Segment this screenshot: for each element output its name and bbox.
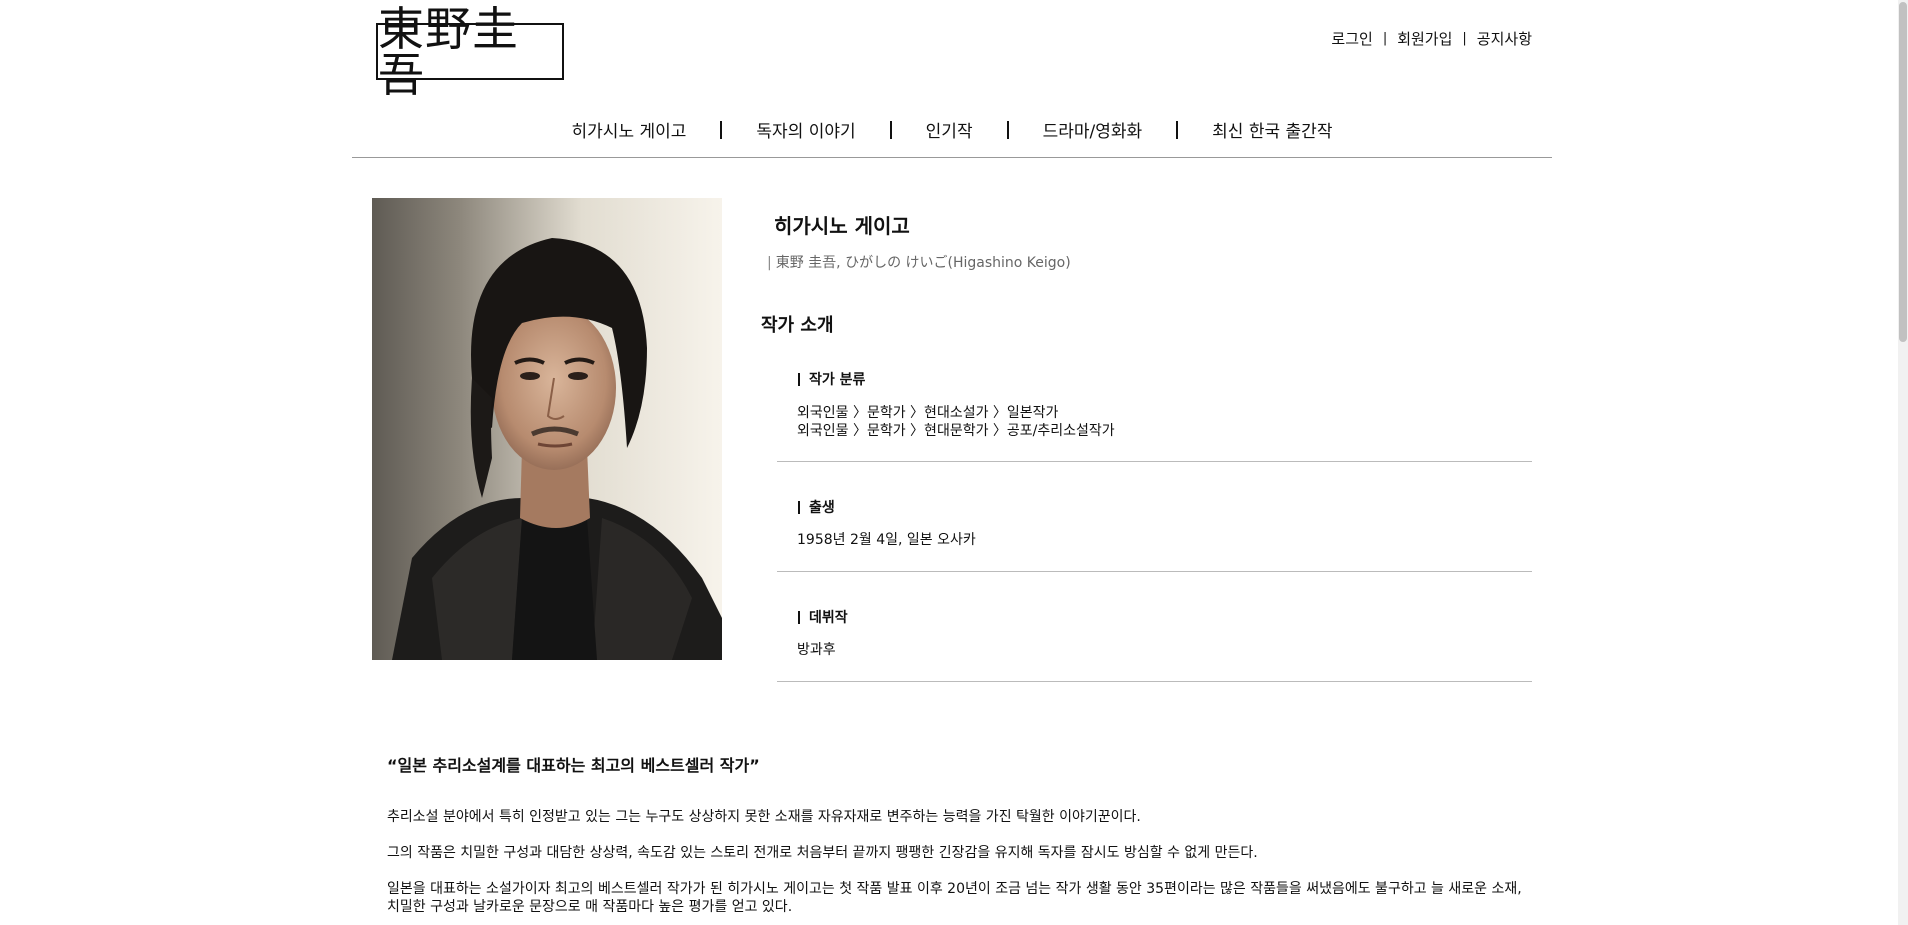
util-divider: | bbox=[1462, 31, 1467, 46]
main-nav: 히가시노 게이고 독자의 이야기 인기작 드라마/영화화 최신 한국 출간작 bbox=[352, 117, 1552, 142]
nav-divider bbox=[720, 120, 723, 139]
headline-quote: “일본 추리소설계를 대표하는 최고의 베스트셀러 작가” bbox=[387, 756, 760, 775]
util-divider: | bbox=[1382, 31, 1388, 46]
body-paragraph: 그의 작품은 치밀한 구성과 대담한 상상력, 속도감 있는 스토리 전개로 처… bbox=[387, 845, 1258, 861]
subname-bar: | bbox=[767, 255, 772, 271]
author-subname: | 東野 圭吾, ひがしの けいご(Higashino Keigo) bbox=[767, 252, 1071, 272]
subname-text: 東野 圭吾, ひがしの けいご(Higashino Keigo) bbox=[775, 255, 1071, 271]
nav-item-reader-stories[interactable]: 독자의 이야기 bbox=[756, 117, 855, 142]
page-scrollbar[interactable] bbox=[1898, 0, 1908, 925]
nav-item-popular[interactable]: 인기작 bbox=[926, 117, 973, 142]
category-label: 작가 분류 bbox=[798, 369, 865, 389]
nav-divider bbox=[889, 120, 892, 139]
birth-label: 출생 bbox=[798, 497, 835, 517]
category-line: 외국인물 〉문학가 〉현대소설가 〉일본작가 bbox=[797, 405, 1059, 421]
category-label-text: 작가 분류 bbox=[809, 372, 866, 388]
debut-label: 데뷔작 bbox=[798, 607, 848, 627]
label-bar bbox=[798, 500, 800, 514]
nav-divider bbox=[1176, 120, 1179, 139]
nav-item-recent-releases[interactable]: 최신 한국 출간작 bbox=[1212, 117, 1332, 142]
debut-section: 데뷔작 방과후 bbox=[777, 571, 1532, 682]
intro-title: 작가 소개 bbox=[761, 315, 834, 336]
site-logo[interactable]: 東野圭吾 bbox=[376, 6, 564, 98]
label-bar bbox=[798, 372, 800, 386]
body-paragraph: 일본을 대표하는 소설가이자 최고의 베스트셀러 작가가 된 히가시노 게이고는… bbox=[387, 881, 1522, 915]
nav-divider bbox=[1006, 120, 1009, 139]
author-photo bbox=[372, 198, 722, 660]
birth-label-text: 출생 bbox=[809, 500, 835, 516]
body-paragraph: 추리소설 분야에서 특히 인정받고 있는 그는 누구도 상상하지 못한 소재를 … bbox=[387, 809, 1141, 825]
signup-link[interactable]: 회원가입 bbox=[1397, 28, 1452, 49]
page: 東野圭吾 로그인 | 회원가입 | 공지사항 히가시노 게이고 독자의 이야기 … bbox=[0, 0, 1908, 925]
nav-divider-line bbox=[352, 157, 1552, 158]
label-bar bbox=[798, 610, 800, 624]
birth-section: 출생 1958년 2월 4일, 일본 오사카 bbox=[777, 461, 1532, 572]
scrollbar-thumb[interactable] bbox=[1899, 2, 1907, 342]
category-section: 작가 분류 외국인물 〉문학가 〉현대소설가 〉일본작가 외국인물 〉문학가 〉… bbox=[777, 356, 1532, 462]
debut-value: 방과후 bbox=[797, 642, 836, 658]
author-name: 히가시노 게이고 bbox=[774, 214, 910, 238]
debut-label-text: 데뷔작 bbox=[809, 610, 848, 626]
birth-value: 1958년 2월 4일, 일본 오사카 bbox=[797, 532, 976, 548]
nav-item-drama-film[interactable]: 드라마/영화화 bbox=[1043, 117, 1143, 142]
utility-nav: 로그인 | 회원가입 | 공지사항 bbox=[1331, 28, 1532, 49]
notice-link[interactable]: 공지사항 bbox=[1477, 28, 1532, 49]
author-portrait-image bbox=[372, 198, 722, 660]
category-value: 외국인물 〉문학가 〉현대소설가 〉일본작가 외국인물 〉문학가 〉현대문학가 … bbox=[797, 404, 1115, 440]
logo-text: 東野圭吾 bbox=[378, 1, 519, 102]
login-link[interactable]: 로그인 bbox=[1331, 28, 1372, 49]
nav-item-author[interactable]: 히가시노 게이고 bbox=[572, 117, 687, 142]
category-line: 외국인물 〉문학가 〉현대문학가 〉공포/추리소설작가 bbox=[797, 423, 1115, 439]
